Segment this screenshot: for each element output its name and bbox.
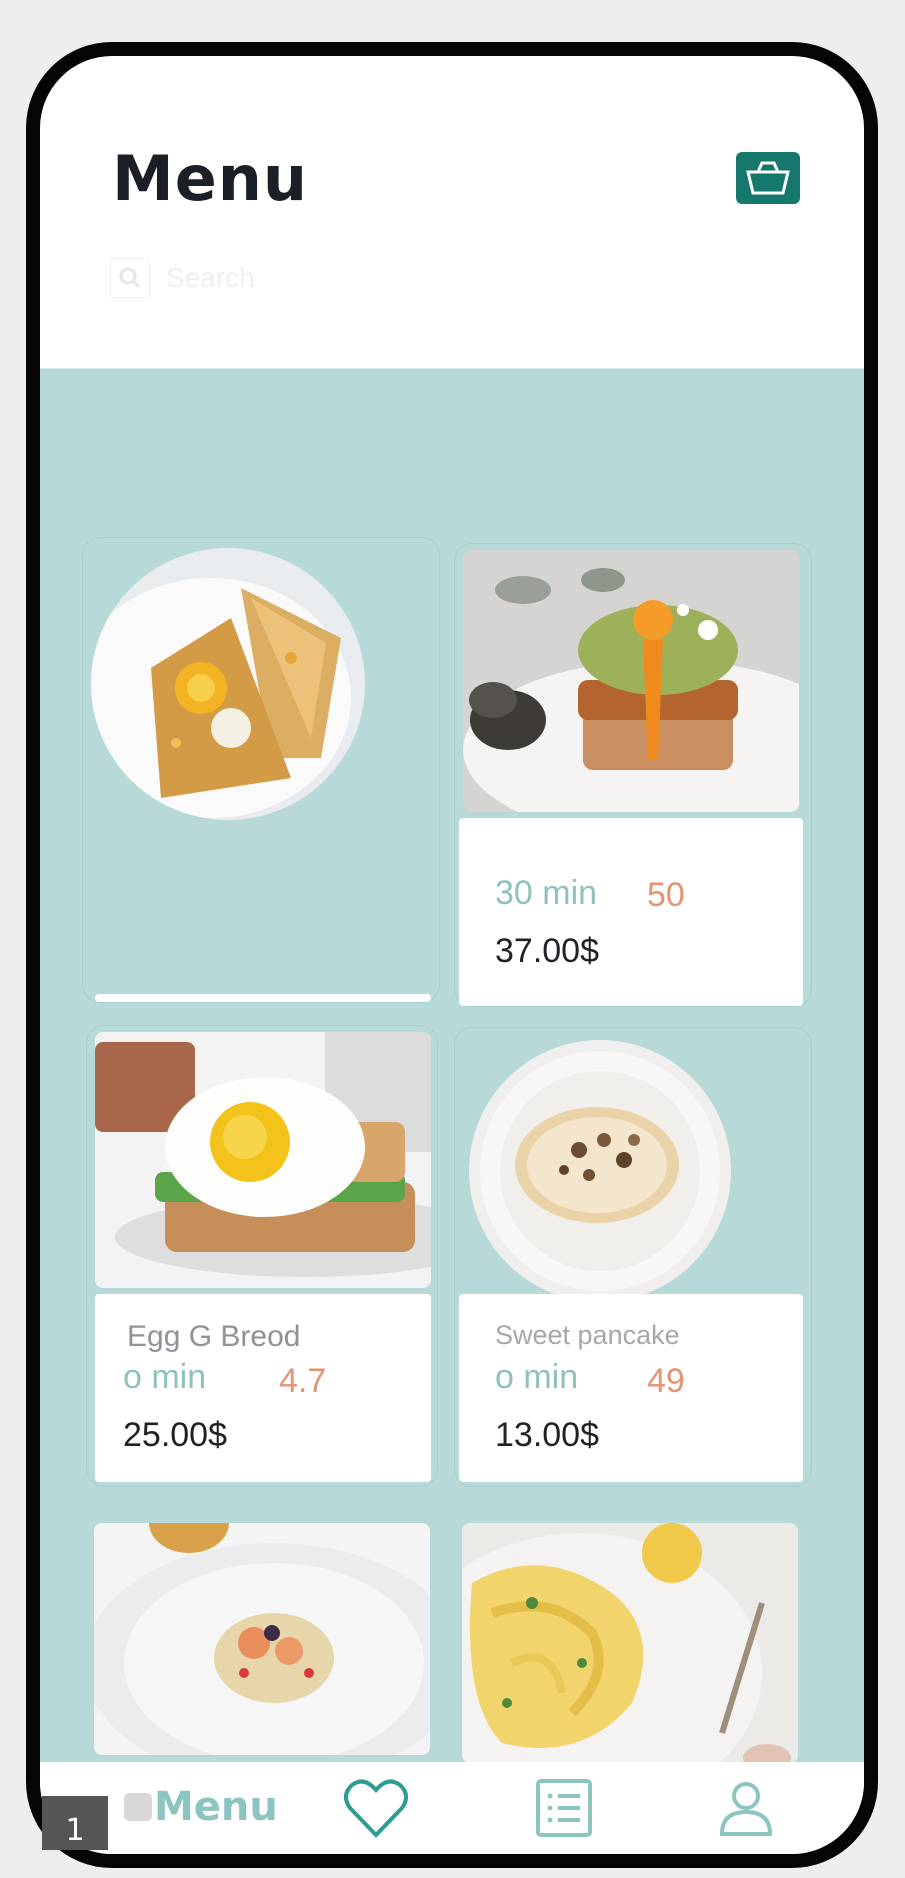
tab-favorites[interactable] xyxy=(342,1772,410,1844)
product-card[interactable]: Egg G Breod o min 4.7 25.00$ xyxy=(86,1025,438,1487)
product-price: 13.00$ xyxy=(495,1416,599,1454)
user-icon xyxy=(719,1782,773,1836)
heart-icon xyxy=(344,1779,408,1838)
product-image-avocado-toast xyxy=(463,550,799,812)
product-card[interactable] xyxy=(82,537,440,1003)
product-rating: 50 xyxy=(647,876,685,914)
bottom-tab-bar: Menu xyxy=(40,1762,864,1854)
tab-menu-label: Menu xyxy=(154,1784,278,1830)
product-price: 37.00$ xyxy=(495,932,599,970)
cart-button[interactable] xyxy=(736,152,800,204)
product-info: Sweet pancake o min 49 13.00$ xyxy=(459,1294,803,1482)
product-name: Sweet pancake xyxy=(495,1320,680,1350)
product-rating: 4.7 xyxy=(279,1362,327,1400)
menu-tab-icon xyxy=(124,1793,152,1821)
page-title: Menu xyxy=(112,142,309,215)
tab-profile[interactable] xyxy=(712,1772,780,1844)
product-card[interactable]: Sweet pancake o min 49 13.00$ xyxy=(454,1027,812,1487)
product-card[interactable] xyxy=(86,1513,438,1763)
product-image-pasta xyxy=(462,1523,798,1763)
product-time: 30 min xyxy=(495,874,598,912)
product-image-sweet-pancake xyxy=(469,1040,731,1302)
basket-icon xyxy=(746,161,790,195)
product-info xyxy=(95,994,431,1002)
product-info: Egg G Breod o min 4.7 25.00$ xyxy=(95,1294,431,1482)
search-input[interactable] xyxy=(164,261,428,295)
product-price: 25.00$ xyxy=(123,1416,227,1454)
product-time: o min xyxy=(123,1358,207,1396)
product-grid: 30 min 50 37.00$ Egg G Breod o min 4.7 2… xyxy=(40,368,864,1763)
list-icon xyxy=(536,1779,592,1837)
product-card[interactable]: 30 min 50 37.00$ xyxy=(454,543,812,1007)
product-image-egg-bread xyxy=(95,1032,431,1288)
product-rating: 49 xyxy=(647,1362,685,1400)
tab-orders[interactable] xyxy=(530,1772,598,1844)
phone-frame: Menu Search 30 min 50 37.00$ Egg G Breod… xyxy=(26,42,878,1868)
product-time: o min xyxy=(495,1358,579,1396)
product-name: Egg G Breod xyxy=(127,1320,301,1353)
tab-menu[interactable]: Menu xyxy=(124,1784,278,1830)
page-number-badge: 1 xyxy=(42,1796,108,1850)
search-bar[interactable] xyxy=(110,258,428,298)
product-image-shrimp xyxy=(94,1523,430,1755)
product-image-crepes xyxy=(91,548,365,820)
product-info: 30 min 50 37.00$ xyxy=(459,818,803,1006)
app-screen: Menu Search 30 min 50 37.00$ Egg G Breod… xyxy=(40,56,864,1854)
product-card[interactable] xyxy=(454,1513,812,1763)
search-icon xyxy=(110,258,150,298)
